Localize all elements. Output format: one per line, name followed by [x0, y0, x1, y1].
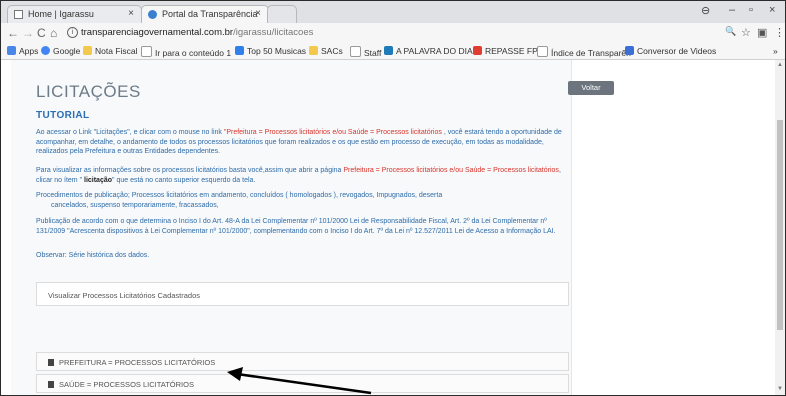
- bookmark-nota-fiscal[interactable]: Nota Fiscal: [83, 46, 138, 56]
- bookmark-top-50-musicas[interactable]: Top 50 Musicas: [235, 46, 306, 56]
- minimize-button[interactable]: –: [729, 4, 735, 16]
- bookmark-apps[interactable]: Apps: [7, 46, 38, 56]
- reload-button[interactable]: C: [37, 26, 46, 40]
- apps-grid-icon: [7, 46, 16, 55]
- bookmark-conversor-videos[interactable]: Conversor de Videos: [625, 46, 716, 56]
- site-favicon-icon: [148, 10, 157, 19]
- bookmark-repasse-fpm[interactable]: REPASSE FPM: [473, 46, 545, 56]
- bookmarks-bar: Apps Google Nota Fiscal Ir para o conteú…: [1, 43, 785, 60]
- page-content: LICITAÇÕES TUTORIAL Ao acessar o Link "L…: [1, 60, 775, 395]
- bookmark-star-icon[interactable]: ☆: [741, 26, 751, 39]
- forward-button[interactable]: →: [22, 26, 34, 40]
- bookmark-staff[interactable]: Staff: [350, 46, 381, 58]
- zoom-icon[interactable]: 🔍: [725, 26, 736, 37]
- tab-close-icon[interactable]: ×: [128, 8, 134, 19]
- page-icon: [350, 46, 361, 57]
- tab-title: Home | Igarassu: [28, 9, 94, 19]
- back-button[interactable]: ←: [7, 26, 19, 40]
- browser-toolbar: ← → C ⌂ i transparenciagovernamental.com…: [1, 23, 785, 43]
- menu-icon[interactable]: ⋮: [774, 26, 785, 39]
- tab-portal-transparencia[interactable]: Portal da Transparência ×: [141, 5, 269, 23]
- k-icon: [473, 46, 482, 55]
- bookmark-google[interactable]: Google: [41, 46, 80, 56]
- url-path: /igarassu/licitacoes: [233, 27, 314, 38]
- star-icon: [83, 46, 92, 55]
- hm-icon: [384, 46, 393, 55]
- bookmark-palavra-do-dia[interactable]: A PALAVRA DO DIA: [384, 46, 473, 56]
- tab-bar: Home | Igarassu × Portal da Transparênci…: [1, 1, 785, 23]
- google-icon: [41, 46, 50, 55]
- bookmarks-overflow-icon[interactable]: »: [773, 46, 778, 56]
- extension-icon[interactable]: ▣: [757, 26, 767, 39]
- scroll-down-icon[interactable]: ▼: [777, 386, 783, 392]
- tab-title: Portal da Transparência: [162, 9, 258, 19]
- page-icon: [14, 10, 23, 19]
- music-icon: [235, 46, 244, 55]
- annotation-arrow-icon: [227, 367, 372, 395]
- profile-icon[interactable]: ⊖: [701, 4, 710, 17]
- info-icon[interactable]: i: [67, 27, 78, 38]
- maximize-button[interactable]: ▫: [749, 4, 753, 16]
- folder-icon: [309, 46, 318, 55]
- page-scrollbar[interactable]: ▲ ▼: [775, 60, 785, 395]
- bookmark-ir-para-conteudo[interactable]: Ir para o conteúdo 1: [141, 46, 231, 58]
- url-host: transparenciagovernamental.com.br: [81, 27, 234, 38]
- scroll-up-icon[interactable]: ▲: [777, 62, 783, 68]
- bookmark-indice-transparencia[interactable]: Índice de Transparên: [537, 46, 631, 58]
- home-button[interactable]: ⌂: [50, 26, 57, 40]
- page-icon: [537, 46, 548, 57]
- video-icon: [625, 46, 634, 55]
- address-bar[interactable]: i transparenciagovernamental.com.br/igar…: [65, 25, 765, 41]
- page-icon: [141, 46, 152, 57]
- close-window-button[interactable]: ×: [769, 4, 775, 16]
- tab-home-igarassu[interactable]: Home | Igarassu ×: [7, 5, 142, 23]
- bookmark-sacs[interactable]: SACs: [309, 46, 343, 56]
- scrollbar-thumb[interactable]: [777, 120, 783, 330]
- url-text: transparenciagovernamental.com.br/igaras…: [81, 27, 313, 38]
- new-tab-button[interactable]: [267, 5, 297, 23]
- tab-close-icon[interactable]: ×: [255, 8, 261, 19]
